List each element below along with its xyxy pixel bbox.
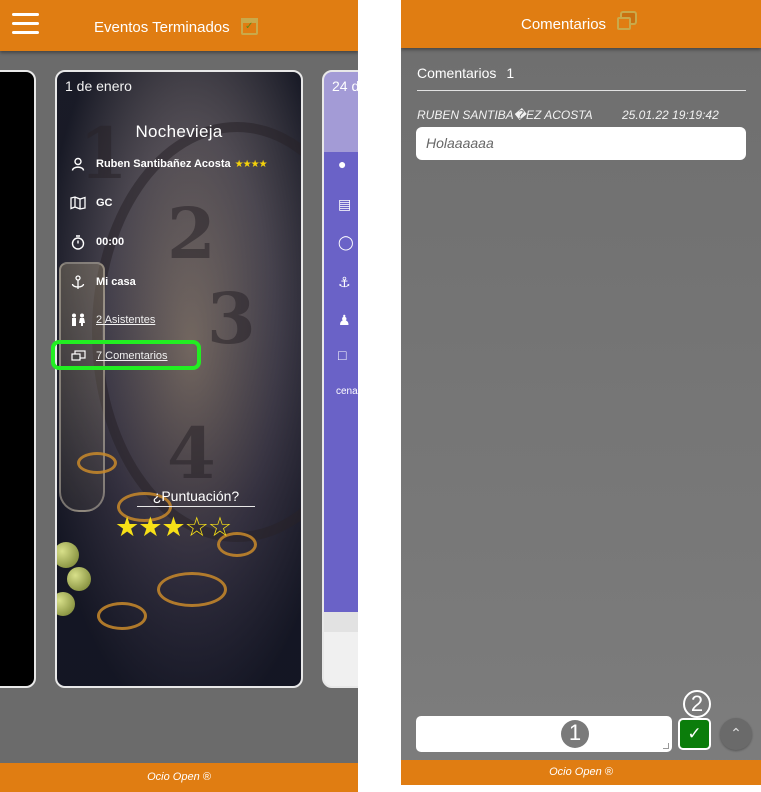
chat-bubbles-icon — [617, 11, 637, 30]
anchor-icon — [69, 273, 87, 291]
location-row: GC — [69, 193, 113, 213]
grape-decor — [67, 567, 91, 591]
clock-numeral-decor: 2 — [167, 192, 216, 275]
calendar-check-icon — [241, 18, 258, 35]
next-event-card[interactable]: 24 d ● ▤ ◯ ⚓ ♟ □ cena — [322, 70, 358, 688]
anchor-icon: ⚓ — [338, 274, 351, 290]
stopwatch-icon: ◯ — [338, 234, 354, 250]
attendees-link[interactable]: 2 Asistentes — [96, 314, 155, 326]
organizer-row: Ruben Santibañez Acosta ★★★★ — [69, 154, 268, 174]
people-icon — [69, 311, 87, 329]
user-icon: ● — [338, 156, 347, 172]
event-place: Mi casa — [96, 276, 136, 288]
step-marker-2: 2 — [683, 690, 711, 718]
comments-label: Comentarios — [417, 65, 497, 81]
stopwatch-icon — [69, 233, 87, 251]
user-icon — [69, 155, 87, 173]
check-icon: ✓ — [687, 724, 702, 743]
map-icon: ▤ — [338, 196, 352, 212]
map-icon — [69, 194, 87, 212]
next-event-date: 24 d — [332, 78, 358, 94]
attendees-row[interactable]: 2 Asistentes — [69, 310, 155, 330]
chevron-up-icon: ⌃ — [730, 725, 742, 741]
time-row: 00:00 — [69, 232, 124, 252]
grape-decor — [57, 542, 79, 568]
page-title: Comentarios — [521, 16, 607, 33]
comments-highlight-box — [51, 340, 201, 370]
next-event-snippet: cena — [336, 386, 358, 397]
rating-stars[interactable]: ★★★☆☆ — [115, 512, 232, 543]
top-bar: Comentarios — [401, 0, 761, 48]
ribbon-decor — [77, 452, 117, 474]
grape-decor — [57, 592, 75, 616]
event-time: 00:00 — [96, 236, 125, 248]
clock-numeral-decor: 4 — [167, 412, 216, 495]
star-filled-icon[interactable]: ★★★ — [115, 512, 186, 542]
comment-text: Holaaaaaa — [416, 127, 746, 160]
organizer-rating: ★★★★ — [234, 158, 268, 170]
top-bar: Eventos Terminados — [0, 0, 358, 51]
send-button[interactable]: ✓ — [678, 718, 711, 750]
event-location: GC — [96, 197, 113, 209]
champagne-glass-decor — [59, 262, 105, 512]
page-title: Eventos Terminados — [94, 19, 230, 36]
place-row: Mi casa — [69, 272, 136, 292]
comments-count: 1 — [506, 65, 515, 81]
chat-icon: □ — [338, 347, 347, 363]
clock-numeral-decor: 3 — [207, 277, 256, 360]
star-empty-icon[interactable]: ☆☆ — [185, 512, 232, 542]
organizer-name: Ruben Santibañez Acosta — [96, 158, 231, 170]
event-card[interactable]: 1 2 3 4 1 de enero Nochevieja Ruben Sant… — [55, 70, 303, 688]
scroll-up-button[interactable]: ⌃ — [720, 718, 752, 750]
people-icon: ♟ — [338, 312, 351, 328]
previous-event-card[interactable] — [0, 70, 36, 688]
comments-screen: Comentarios Comentarios 1 RUBEN SANTIBA�E… — [401, 0, 761, 785]
comment-timestamp: 25.01.22 19:19:42 — [622, 108, 719, 122]
comments-header: Comentarios 1 — [417, 65, 746, 91]
event-title: Nochevieja — [135, 122, 223, 141]
hamburger-icon[interactable] — [12, 13, 39, 35]
event-date: 1 de enero — [65, 78, 132, 94]
ribbon-decor — [157, 572, 227, 607]
events-screen: Eventos Terminados 1 2 3 4 1 de enero No… — [0, 0, 358, 792]
footer: Ocio Open ® — [401, 760, 761, 785]
comment-author: RUBEN SANTIBA�EZ ACOSTA — [417, 108, 593, 122]
ribbon-decor — [97, 602, 147, 630]
rating-label: ¿Puntuación? — [137, 488, 255, 507]
step-marker-1: 1 — [561, 720, 589, 748]
comment-input[interactable] — [416, 716, 672, 752]
footer: Ocio Open ® — [0, 763, 358, 792]
